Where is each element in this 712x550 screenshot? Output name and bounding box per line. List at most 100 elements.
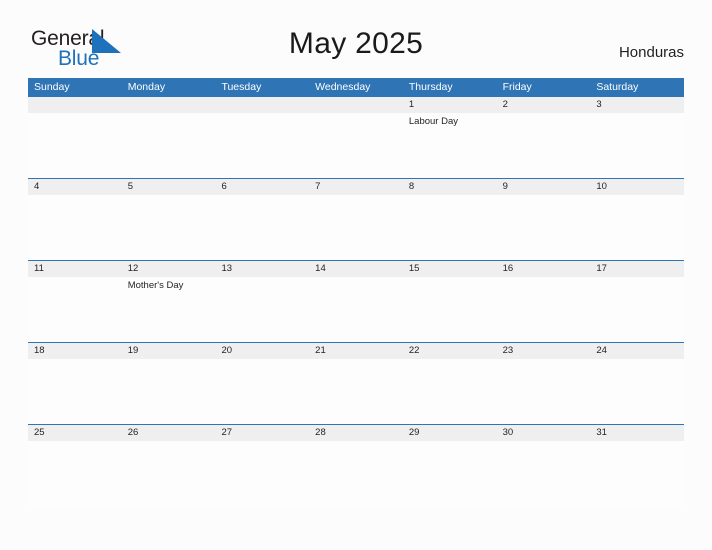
day-cell[interactable] bbox=[28, 195, 122, 260]
calendar-week-row: 25 26 27 28 29 30 31 bbox=[28, 424, 684, 506]
page-title: May 2025 bbox=[288, 27, 424, 60]
day-number[interactable]: 5 bbox=[122, 179, 216, 195]
calendar-grid: Sunday Monday Tuesday Wednesday Thursday… bbox=[28, 78, 684, 506]
day-number[interactable]: 21 bbox=[309, 343, 403, 359]
day-number[interactable]: 20 bbox=[215, 343, 309, 359]
day-cell[interactable] bbox=[28, 113, 122, 178]
day-cell[interactable] bbox=[122, 359, 216, 424]
day-cell[interactable] bbox=[403, 359, 497, 424]
day-cell[interactable] bbox=[215, 359, 309, 424]
day-cell[interactable] bbox=[122, 113, 216, 178]
day-cell[interactable] bbox=[28, 441, 122, 506]
day-number[interactable]: 27 bbox=[215, 425, 309, 441]
day-number[interactable]: 11 bbox=[28, 261, 122, 277]
day-number[interactable]: 10 bbox=[590, 179, 684, 195]
weekday-header-tuesday: Tuesday bbox=[221, 81, 262, 93]
day-cell[interactable] bbox=[497, 359, 591, 424]
day-number[interactable]: 15 bbox=[403, 261, 497, 277]
day-number[interactable]: 24 bbox=[590, 343, 684, 359]
day-cell[interactable] bbox=[28, 359, 122, 424]
day-cell[interactable] bbox=[122, 441, 216, 506]
day-cell[interactable] bbox=[590, 195, 684, 260]
day-cell[interactable] bbox=[309, 277, 403, 342]
week-date-band: 25 26 27 28 29 30 31 bbox=[28, 424, 684, 441]
page-header: General Blue May 2025 Honduras bbox=[0, 0, 712, 78]
calendar-week-row: 4 5 6 7 8 9 10 bbox=[28, 178, 684, 260]
day-number[interactable]: 12 bbox=[122, 261, 216, 277]
day-number[interactable] bbox=[309, 97, 403, 113]
day-cell[interactable] bbox=[497, 277, 591, 342]
day-cell[interactable] bbox=[309, 195, 403, 260]
day-number[interactable]: 2 bbox=[497, 97, 591, 113]
day-event: Mother's Day bbox=[127, 280, 184, 291]
day-number[interactable]: 23 bbox=[497, 343, 591, 359]
calendar-week-row: 18 19 20 21 22 23 24 bbox=[28, 342, 684, 424]
day-number[interactable]: 3 bbox=[590, 97, 684, 113]
day-cell[interactable] bbox=[497, 113, 591, 178]
day-number[interactable]: 29 bbox=[403, 425, 497, 441]
day-cell[interactable] bbox=[215, 277, 309, 342]
calendar-week-row: 1 2 3 Labour Day bbox=[28, 96, 684, 178]
day-cell[interactable] bbox=[590, 277, 684, 342]
weekday-header-friday: Friday bbox=[502, 81, 532, 93]
day-cell[interactable] bbox=[28, 277, 122, 342]
day-number[interactable]: 22 bbox=[403, 343, 497, 359]
day-number[interactable]: 8 bbox=[403, 179, 497, 195]
day-cell[interactable] bbox=[403, 277, 497, 342]
day-cell[interactable] bbox=[215, 113, 309, 178]
week-body-row bbox=[28, 441, 684, 506]
week-date-band: 1 2 3 bbox=[28, 96, 684, 113]
country-label: Honduras bbox=[618, 44, 684, 61]
weekday-header-saturday: Saturday bbox=[596, 81, 639, 93]
weekday-header-row: Sunday Monday Tuesday Wednesday Thursday… bbox=[28, 78, 684, 96]
week-date-band: 11 12 13 14 15 16 17 bbox=[28, 260, 684, 277]
day-number[interactable]: 7 bbox=[309, 179, 403, 195]
week-date-band: 18 19 20 21 22 23 24 bbox=[28, 342, 684, 359]
week-body-row: Mother's Day bbox=[28, 277, 684, 342]
day-cell[interactable] bbox=[497, 441, 591, 506]
week-body-row: Labour Day bbox=[28, 113, 684, 178]
day-cell[interactable]: Labour Day bbox=[403, 113, 497, 178]
day-cell[interactable] bbox=[122, 195, 216, 260]
week-body-row bbox=[28, 359, 684, 424]
day-number[interactable] bbox=[215, 97, 309, 113]
week-body-row bbox=[28, 195, 684, 260]
day-number[interactable]: 26 bbox=[122, 425, 216, 441]
day-number[interactable]: 28 bbox=[309, 425, 403, 441]
day-cell[interactable] bbox=[215, 441, 309, 506]
day-cell[interactable] bbox=[497, 195, 591, 260]
day-cell[interactable] bbox=[590, 359, 684, 424]
day-number[interactable]: 19 bbox=[122, 343, 216, 359]
day-number[interactable]: 17 bbox=[590, 261, 684, 277]
day-number[interactable]: 13 bbox=[215, 261, 309, 277]
day-cell[interactable] bbox=[403, 441, 497, 506]
day-cell[interactable] bbox=[309, 113, 403, 178]
day-number[interactable] bbox=[28, 97, 122, 113]
calendar-week-row: 11 12 13 14 15 16 17 Mother's Day bbox=[28, 260, 684, 342]
day-number[interactable]: 4 bbox=[28, 179, 122, 195]
day-number[interactable]: 9 bbox=[497, 179, 591, 195]
day-cell[interactable] bbox=[215, 195, 309, 260]
day-event: Labour Day bbox=[408, 116, 458, 127]
day-number[interactable]: 18 bbox=[28, 343, 122, 359]
day-number[interactable]: 1 bbox=[403, 97, 497, 113]
day-cell[interactable] bbox=[309, 359, 403, 424]
weekday-header-wednesday: Wednesday bbox=[315, 81, 371, 93]
day-number[interactable]: 16 bbox=[497, 261, 591, 277]
weekday-header-monday: Monday bbox=[127, 81, 166, 93]
day-cell[interactable]: Mother's Day bbox=[122, 277, 216, 342]
day-number[interactable]: 14 bbox=[309, 261, 403, 277]
day-cell[interactable] bbox=[403, 195, 497, 260]
week-date-band: 4 5 6 7 8 9 10 bbox=[28, 178, 684, 195]
day-cell[interactable] bbox=[590, 113, 684, 178]
weekday-header-sunday: Sunday bbox=[34, 81, 70, 93]
calendar-page: General Blue May 2025 Honduras Sunday Mo… bbox=[0, 0, 712, 550]
day-number[interactable]: 30 bbox=[497, 425, 591, 441]
weekday-header-thursday: Thursday bbox=[408, 81, 453, 93]
day-number[interactable]: 6 bbox=[215, 179, 309, 195]
day-number[interactable]: 31 bbox=[590, 425, 684, 441]
day-cell[interactable] bbox=[309, 441, 403, 506]
day-number[interactable] bbox=[122, 97, 216, 113]
day-cell[interactable] bbox=[590, 441, 684, 506]
day-number[interactable]: 25 bbox=[28, 425, 122, 441]
